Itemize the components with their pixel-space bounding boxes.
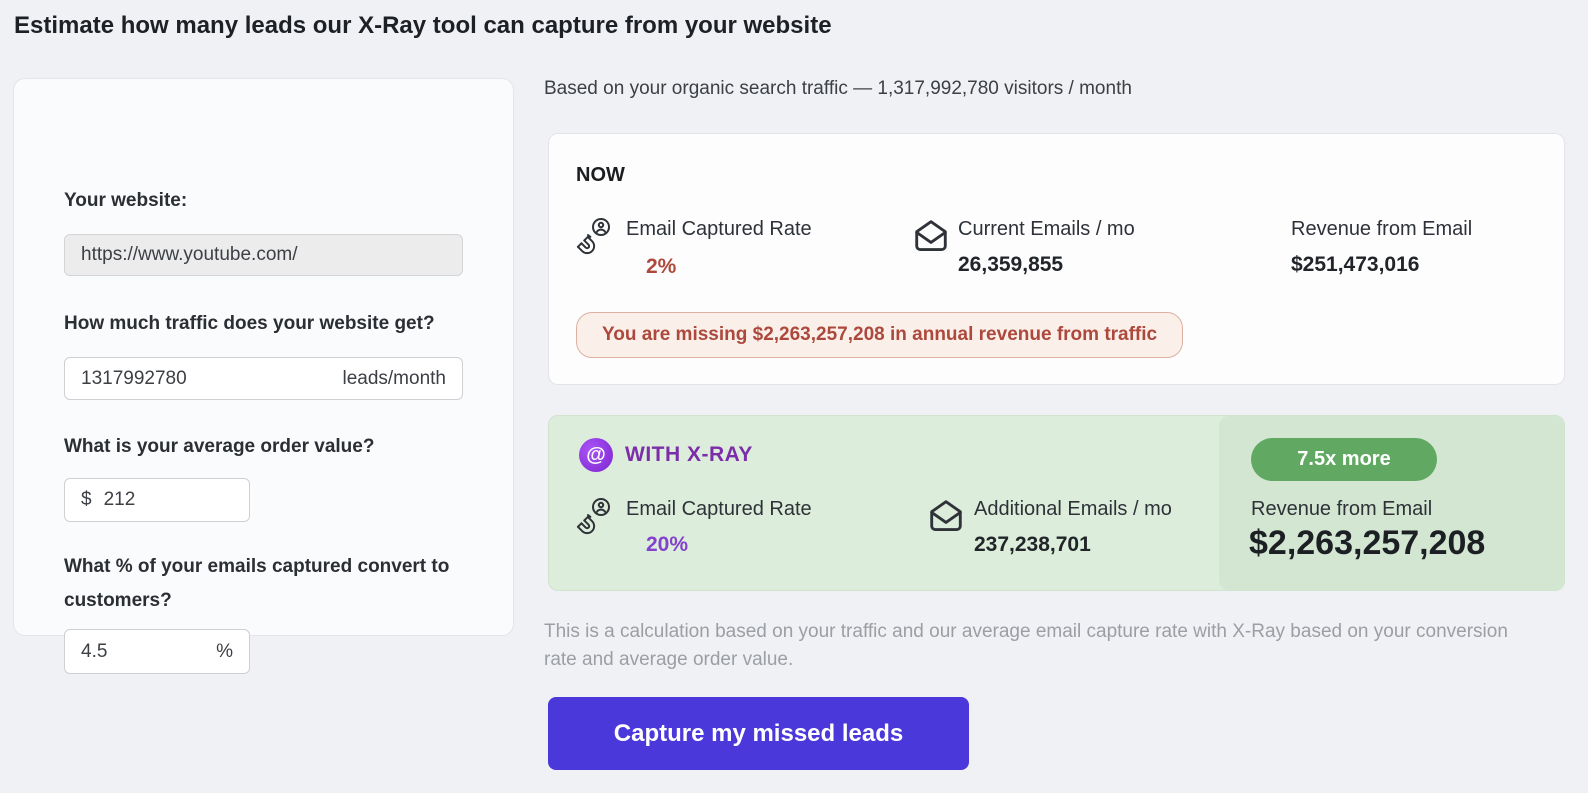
envelope-icon bbox=[926, 496, 970, 540]
traffic-suffix: leads/month bbox=[342, 368, 446, 390]
missing-revenue-warning: You are missing $2,263,257,208 in annual… bbox=[576, 312, 1183, 358]
website-field-box bbox=[64, 234, 463, 276]
envelope-icon bbox=[911, 216, 955, 260]
revenue-label: Revenue from Email bbox=[1251, 498, 1432, 521]
disclaimer-text: This is a calculation based on your traf… bbox=[544, 618, 1544, 674]
now-card: NOW Email Captured Rate 2% bbox=[548, 133, 1565, 385]
metric-value: 2% bbox=[646, 255, 676, 279]
order-value-field-box: $ bbox=[64, 478, 250, 522]
order-value-input[interactable] bbox=[104, 489, 233, 511]
metric-value: 237,238,701 bbox=[974, 533, 1091, 557]
calculator-form-panel: Your website: How much traffic does your… bbox=[13, 78, 514, 636]
traffic-label: How much traffic does your website get? bbox=[64, 307, 435, 341]
conversion-label: What % of your emails captured convert t… bbox=[64, 550, 464, 618]
page-title: Estimate how many leads our X-Ray tool c… bbox=[14, 12, 832, 40]
multiplier-badge: 7.5x more bbox=[1251, 438, 1437, 481]
revenue-panel: 7.5x more Revenue from Email $2,263,257,… bbox=[1219, 416, 1564, 590]
website-input[interactable] bbox=[81, 244, 446, 266]
lead-magnet-icon bbox=[571, 214, 615, 258]
metric-value: $251,473,016 bbox=[1291, 253, 1419, 277]
conversion-input[interactable] bbox=[81, 641, 216, 663]
at-sign-icon: @ bbox=[579, 438, 613, 472]
traffic-input[interactable] bbox=[81, 368, 342, 390]
website-label: Your website: bbox=[64, 184, 187, 218]
order-value-label: What is your average order value? bbox=[64, 430, 374, 464]
currency-prefix: $ bbox=[81, 489, 92, 511]
traffic-summary-text: Based on your organic search traffic — 1… bbox=[544, 78, 1132, 100]
metric-label: Email Captured Rate bbox=[626, 498, 812, 521]
results-column: Based on your organic search traffic — 1… bbox=[548, 78, 1565, 793]
with-xray-heading: WITH X-RAY bbox=[625, 443, 753, 467]
now-heading: NOW bbox=[576, 164, 625, 187]
metric-label: Revenue from Email bbox=[1291, 218, 1472, 241]
lead-magnet-icon bbox=[571, 494, 615, 538]
metric-value: 26,359,855 bbox=[958, 253, 1063, 277]
percent-suffix: % bbox=[216, 641, 233, 663]
with-xray-card: @ WITH X-RAY Email Captured Rate 20% bbox=[548, 415, 1565, 591]
conversion-field-box: % bbox=[64, 629, 250, 674]
traffic-field-box: leads/month bbox=[64, 357, 463, 400]
metric-label: Email Captured Rate bbox=[626, 218, 812, 241]
revenue-value: $2,263,257,208 bbox=[1249, 524, 1485, 563]
metric-label: Current Emails / mo bbox=[958, 218, 1135, 241]
metric-label: Additional Emails / mo bbox=[974, 498, 1172, 521]
metric-value: 20% bbox=[646, 533, 688, 557]
capture-leads-button[interactable]: Capture my missed leads bbox=[548, 697, 969, 770]
